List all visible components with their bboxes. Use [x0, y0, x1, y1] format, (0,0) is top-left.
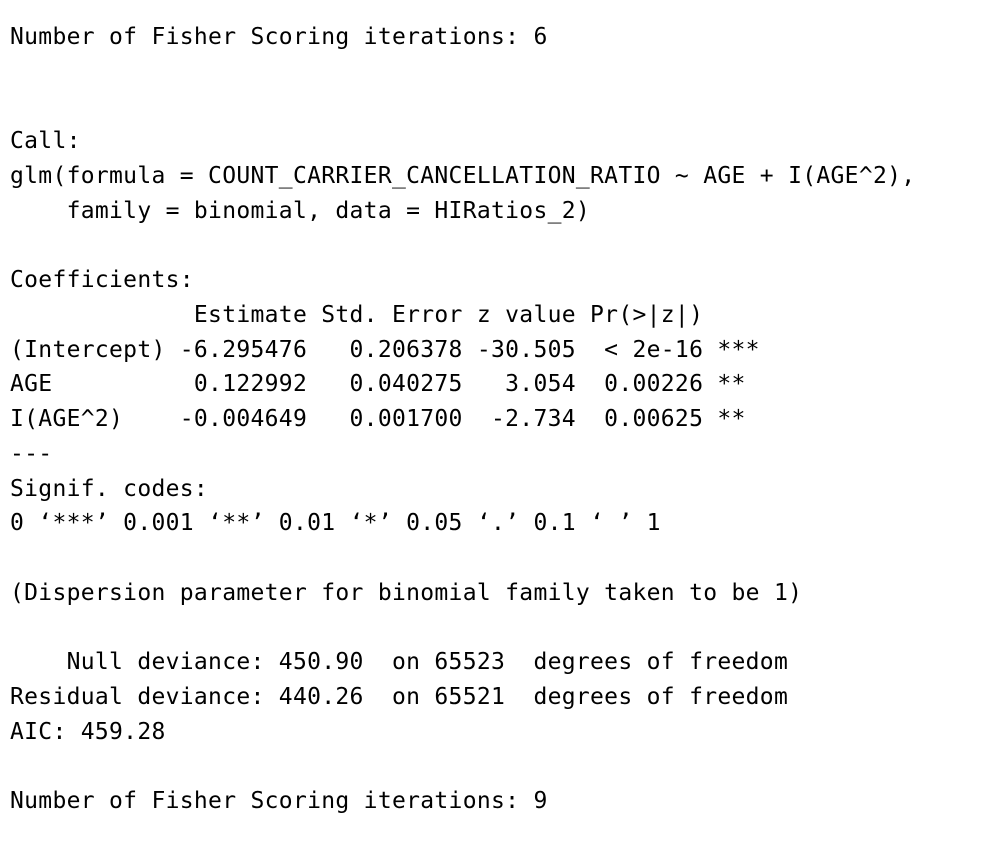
r-console-output: Number of Fisher Scoring iterations: 6 C… — [0, 0, 991, 842]
coefficients-row-intercept: (Intercept) -6.295476 0.206378 -30.505 <… — [10, 337, 760, 363]
fisher-iterations-previous: Number of Fisher Scoring iterations: 6 — [10, 24, 548, 50]
coefficients-row-age-squared: I(AGE^2) -0.004649 0.001700 -2.734 0.006… — [10, 406, 760, 432]
residual-deviance-line: Residual deviance: 440.26 on 65521 degre… — [10, 684, 789, 710]
call-heading: Call: — [10, 128, 81, 154]
null-deviance-line: Null deviance: 450.90 on 65523 degrees o… — [10, 649, 789, 675]
dispersion-note: (Dispersion parameter for binomial famil… — [10, 580, 803, 606]
coefficients-separator: --- — [10, 441, 53, 467]
call-family-line: family = binomial, data = HIRatios_2) — [10, 198, 591, 224]
signif-codes-heading: Signif. codes: — [10, 476, 209, 502]
coefficients-heading: Coefficients: — [10, 267, 194, 293]
aic-line: AIC: 459.28 — [10, 719, 166, 745]
signif-codes-legend: 0 ‘***’ 0.001 ‘**’ 0.01 ‘*’ 0.05 ‘.’ 0.1… — [10, 510, 661, 536]
coefficients-row-age: AGE 0.122992 0.040275 3.054 0.00226 ** — [10, 371, 760, 397]
coefficients-table-header: Estimate Std. Error z value Pr(>|z|) — [10, 302, 760, 328]
fisher-iterations-current: Number of Fisher Scoring iterations: 9 — [10, 788, 548, 814]
call-formula-line: glm(formula = COUNT_CARRIER_CANCELLATION… — [10, 163, 916, 189]
